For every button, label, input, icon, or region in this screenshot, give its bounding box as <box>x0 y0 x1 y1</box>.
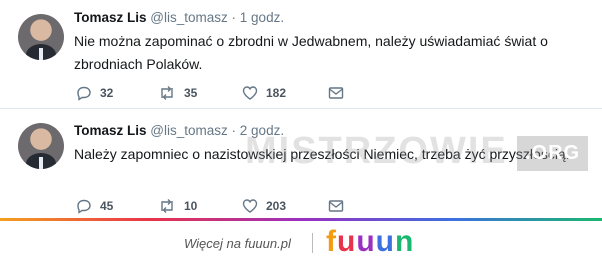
more-link[interactable]: Więcej na fuuun.pl <box>184 236 291 251</box>
retweet-button[interactable]: 35 <box>158 84 197 102</box>
brand-letter: u <box>375 225 395 258</box>
retweet-button[interactable]: 10 <box>158 197 197 215</box>
like-icon <box>242 199 258 213</box>
like-count: 203 <box>266 199 287 213</box>
reply-count: 32 <box>100 86 114 100</box>
like-button[interactable]: 182 <box>242 84 286 102</box>
author-name[interactable]: Tomasz Lis <box>74 123 147 138</box>
retweet-count: 10 <box>184 199 198 213</box>
footer: Więcej na fuuun.pl f u u u n <box>0 221 602 263</box>
tweet-text: Nie można zapominać o zbrodni w Jedwabne… <box>74 33 548 72</box>
brand-logo[interactable]: f u u u n <box>326 225 414 259</box>
like-button[interactable]: 203 <box>242 197 286 215</box>
avatar[interactable] <box>18 123 64 169</box>
reply-button[interactable]: 32 <box>76 84 113 102</box>
tweet-feed: Tomasz Lis @lis_tomasz · 1 godz. Nie moż… <box>0 0 602 218</box>
footer-separator <box>312 233 313 253</box>
brand-letter: n <box>394 225 415 258</box>
brand-letter: u <box>337 225 357 258</box>
retweet-icon <box>161 86 173 100</box>
watermark-text: MISTRZOWIE <box>245 130 508 172</box>
author-name[interactable]: Tomasz Lis <box>74 10 147 25</box>
reply-button[interactable]: 45 <box>76 197 113 215</box>
watermark-suffix: .ORG <box>517 136 589 171</box>
direct-message-button[interactable] <box>328 197 344 215</box>
tweet-header: Tomasz Lis @lis_tomasz · 1 godz. <box>74 10 284 25</box>
reply-icon <box>77 86 91 101</box>
watermark: MISTRZOWIE .ORG <box>245 130 589 173</box>
reply-icon <box>77 199 91 214</box>
tweet-time[interactable]: · 1 godz. <box>232 10 285 25</box>
like-count: 182 <box>266 86 287 100</box>
direct-message-button[interactable] <box>328 84 344 102</box>
avatar[interactable] <box>18 14 64 60</box>
reply-count: 45 <box>100 199 114 213</box>
tweet-1[interactable]: Tomasz Lis @lis_tomasz · 1 godz. Nie moż… <box>0 0 602 109</box>
direct-message-icon <box>328 200 344 212</box>
brand-letter: f <box>326 225 337 258</box>
author-handle[interactable]: @lis_tomasz <box>150 123 227 138</box>
like-icon <box>242 86 258 100</box>
retweet-icon <box>161 199 173 213</box>
direct-message-icon <box>328 87 344 99</box>
author-handle[interactable]: @lis_tomasz <box>150 10 227 25</box>
retweet-count: 35 <box>184 86 198 100</box>
brand-letter: u <box>356 225 376 258</box>
